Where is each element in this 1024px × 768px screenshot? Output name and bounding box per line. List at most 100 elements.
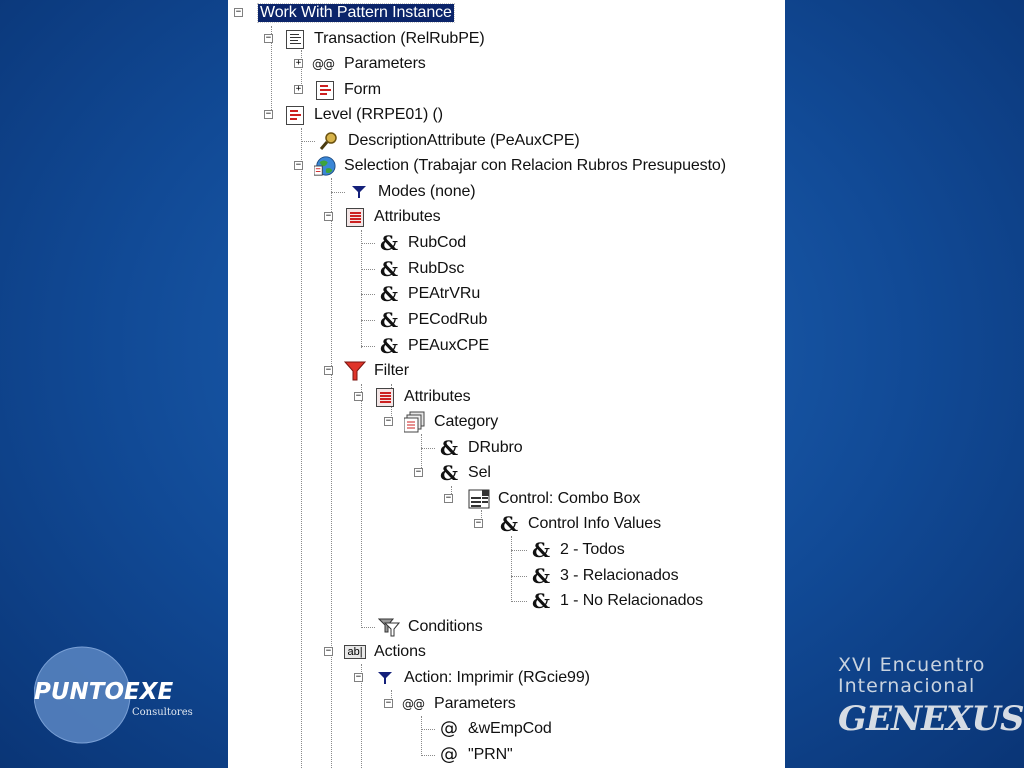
collapse-icon[interactable]: −: [294, 161, 303, 170]
tree-node-label: Conditions: [408, 618, 483, 635]
conditions-icon: [378, 616, 400, 638]
tree-node-peatrvru[interactable]: & PEAtrVRu: [378, 281, 480, 307]
tree-node-label: Parameters: [434, 695, 516, 712]
collapse-icon[interactable]: −: [444, 494, 453, 503]
tree-connector: [421, 448, 435, 449]
tree-node-label: "PRN": [468, 746, 513, 763]
tree-connector: [361, 243, 375, 244]
tree-connector: [361, 627, 375, 628]
attribute-icon: &: [499, 512, 519, 536]
tree-node-category[interactable]: − Category: [384, 409, 498, 435]
tree-node-value-todos[interactable]: & 2 - Todos: [530, 537, 625, 563]
tree-node-label: Filter: [374, 362, 409, 379]
expand-icon[interactable]: +: [294, 59, 303, 68]
tree-node-control-combo-box[interactable]: − Control: Combo Box: [444, 486, 640, 512]
modes-icon: [348, 181, 370, 203]
attribute-icon: &: [439, 461, 459, 485]
attribute-icon: &: [379, 231, 399, 255]
tree-node-action-parameters[interactable]: − @@ Parameters: [384, 691, 516, 717]
parameters-icon: @@: [402, 697, 425, 711]
attribute-icon: &: [379, 334, 399, 358]
tree-node-description-attribute[interactable]: DescriptionAttribute (PeAuxCPE): [318, 128, 580, 154]
genexus-wordmark: GENEXUS: [838, 699, 1024, 739]
collapse-icon[interactable]: −: [264, 34, 273, 43]
collapse-icon[interactable]: −: [264, 110, 273, 119]
tree-connector: [361, 346, 375, 347]
pattern-tree-panel[interactable]: − Work With Pattern Instance − Transacti…: [228, 0, 785, 768]
tree-node-label: Modes (none): [378, 183, 476, 200]
tree-node-param-wempcod[interactable]: @ &wEmpCod: [438, 716, 552, 742]
collapse-icon[interactable]: −: [354, 392, 363, 401]
collapse-icon[interactable]: −: [234, 8, 243, 17]
tree-connector: [331, 192, 345, 193]
expand-icon[interactable]: +: [294, 85, 303, 94]
event-title-line2: Internacional: [838, 675, 976, 697]
collapse-icon[interactable]: −: [354, 673, 363, 682]
tree-node-label: Category: [434, 413, 499, 430]
tree-node-label: &wEmpCod: [468, 720, 552, 737]
tree-node-sel[interactable]: − & Sel: [414, 460, 491, 486]
attribute-icon: &: [379, 257, 399, 281]
tree-node-actions[interactable]: − ab| Actions: [324, 639, 426, 665]
tree-node-filter[interactable]: − Filter: [324, 358, 409, 384]
tree-connector: [421, 755, 435, 756]
tree-node-selection[interactable]: − Selection (Trabajar con Relacion Rubro…: [294, 153, 726, 179]
tree-node-label[interactable]: Work With Pattern Instance: [257, 3, 455, 23]
tree-node-pecodrub[interactable]: & PECodRub: [378, 307, 487, 333]
attributes-icon: [374, 386, 396, 408]
parameters-icon: @@: [312, 57, 335, 71]
tree-node-label: Control: Combo Box: [498, 490, 641, 507]
collapse-icon[interactable]: −: [414, 468, 423, 477]
tree-node-action-imprimir[interactable]: − Action: Imprimir (RGcie99): [354, 665, 590, 691]
modes-icon: [374, 667, 396, 689]
tree-node-label: Action: Imprimir (RGcie99): [404, 669, 590, 686]
tree-node-conditions[interactable]: Conditions: [378, 614, 483, 640]
tree-node-label: RubCod: [408, 234, 467, 251]
collapse-icon[interactable]: −: [324, 647, 333, 656]
tree-node-label: Parameters: [344, 55, 426, 72]
collapse-icon[interactable]: −: [324, 212, 333, 221]
attribute-icon: &: [531, 538, 551, 562]
tree-node-label: Form: [344, 81, 381, 98]
collapse-icon[interactable]: −: [384, 417, 393, 426]
tree-node-attributes[interactable]: − Attributes: [324, 204, 441, 230]
tree-node-modes[interactable]: Modes (none): [348, 179, 476, 205]
tree-node-label: 1 - No Relacionados: [560, 592, 704, 609]
tree-node-form[interactable]: + Form: [294, 77, 381, 103]
collapse-icon[interactable]: −: [384, 699, 393, 708]
tree-node-label: Sel: [468, 464, 491, 481]
combo-box-icon: [468, 488, 490, 510]
tree-node-label: PEAuxCPE: [408, 337, 490, 354]
tree-node-transaction[interactable]: − Transaction (RelRubPE): [264, 26, 485, 52]
tree-node-work-with-pattern-instance[interactable]: − Work With Pattern Instance: [234, 0, 455, 26]
puntoexe-logo: PUNTOEXE Consultores: [34, 645, 224, 745]
tree-connector: [301, 128, 302, 768]
parameter-icon: @: [440, 718, 458, 739]
tree-node-peauxcpe[interactable]: & PEAuxCPE: [378, 333, 489, 359]
tree-node-param-prn[interactable]: @ "PRN": [438, 742, 513, 768]
attribute-icon: &: [439, 436, 459, 460]
level-icon: [284, 104, 306, 126]
form-icon: [314, 79, 336, 101]
tree-node-label: Level (RRPE01) (): [314, 106, 444, 123]
tree-node-rubcod[interactable]: & RubCod: [378, 230, 466, 256]
tree-node-parameters[interactable]: + @@ Parameters: [294, 51, 426, 77]
category-icon: [404, 411, 426, 433]
tree-node-label: Actions: [374, 643, 426, 660]
tree-node-control-info-values[interactable]: − & Control Info Values: [474, 511, 661, 537]
tree-node-rubdsc[interactable]: & RubDsc: [378, 256, 464, 282]
attribute-icon: &: [379, 308, 399, 332]
tree-node-drubro[interactable]: & DRubro: [438, 435, 523, 461]
attribute-icon: &: [531, 564, 551, 588]
tree-node-label: Control Info Values: [528, 515, 661, 532]
attributes-icon: [344, 206, 366, 228]
tree-node-level[interactable]: − Level (RRPE01) (): [264, 102, 443, 128]
tree-node-value-relacionados[interactable]: & 3 - Relacionados: [530, 563, 679, 589]
tree-connector: [421, 716, 422, 756]
tree-node-filter-attributes[interactable]: − Attributes: [354, 384, 471, 410]
tree-connector: [511, 550, 527, 551]
tree-connector: [361, 384, 362, 628]
tree-node-value-no-relacionados[interactable]: & 1 - No Relacionados: [530, 588, 703, 614]
collapse-icon[interactable]: −: [474, 519, 483, 528]
collapse-icon[interactable]: −: [324, 366, 333, 375]
